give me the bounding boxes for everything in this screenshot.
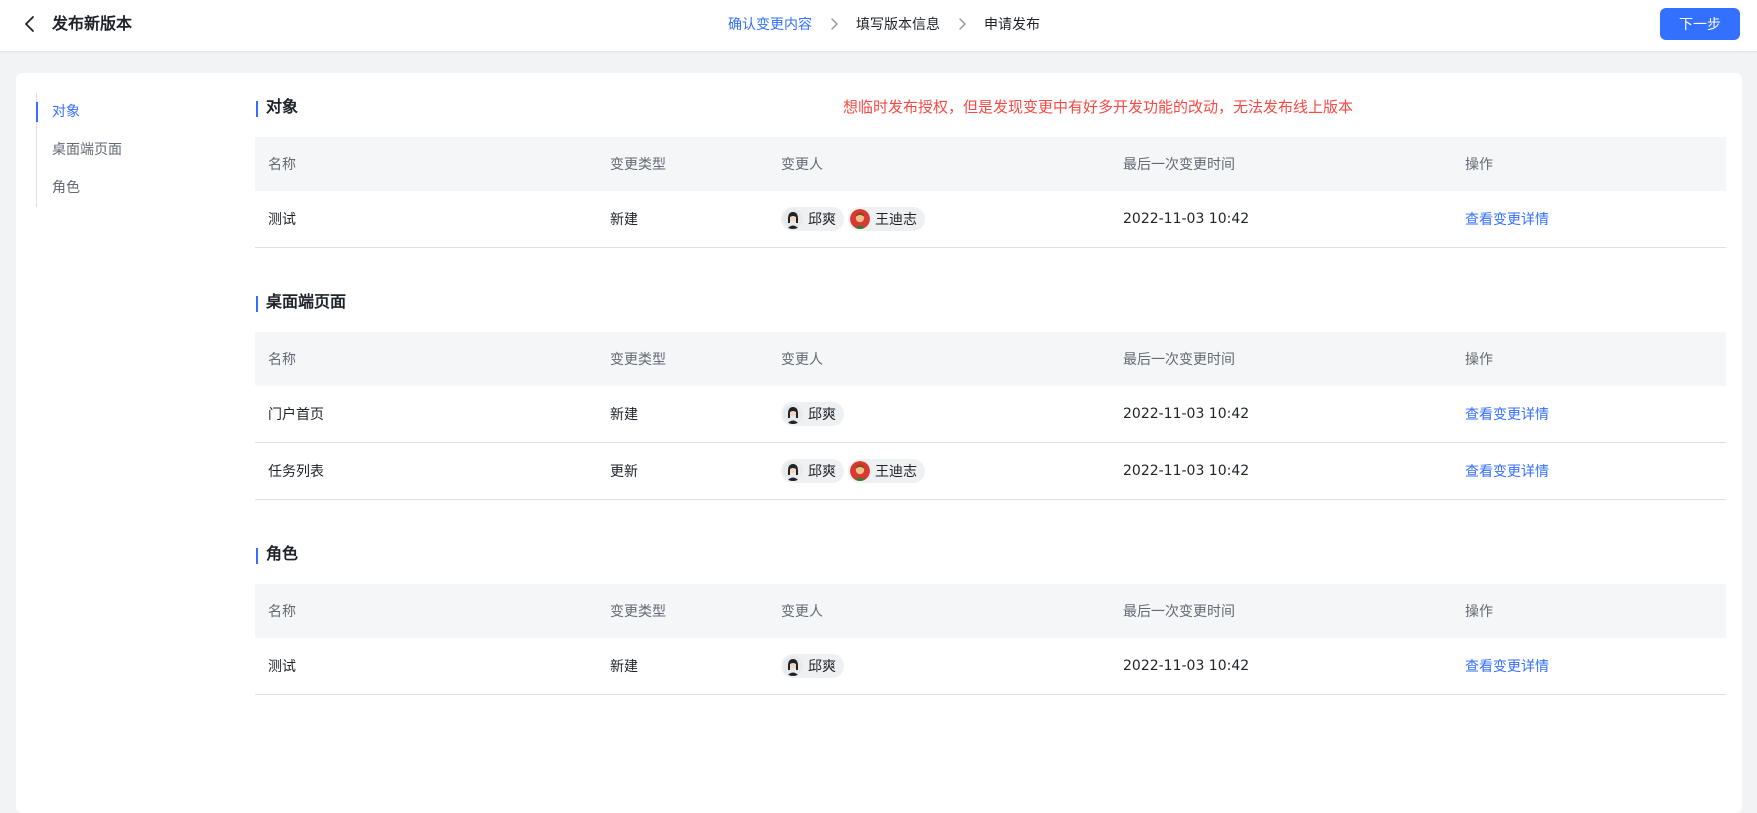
- cell-changers: 邱爽: [768, 654, 1110, 678]
- user-name: 王迪志: [875, 212, 917, 228]
- cell-last-change-time: 2022-11-03 10:42: [1123, 211, 1250, 227]
- table-row: 任务列表 更新 邱爽 王迪志 2022-11-03 10:42 查看变更详情: [255, 443, 1726, 500]
- column-header-last-change-time: 最后一次变更时间: [1123, 352, 1235, 368]
- section-roles: 角色 名称 变更类型 变更人 最后一次变更时间 操作 测试 新建 邱爽 2022…: [255, 542, 1726, 695]
- user-chip[interactable]: 邱爽: [781, 207, 844, 231]
- section-objects: 对象 想临时发布授权，但是发现变更中有好多开发功能的改动，无法发布线上版本 名称…: [255, 95, 1726, 248]
- cell-change-type: 新建: [610, 659, 638, 675]
- cell-change-type: 更新: [610, 464, 638, 480]
- step-apply-release[interactable]: 申请发布: [984, 14, 1040, 34]
- column-header-action: 操作: [1465, 157, 1493, 173]
- avatar: [850, 461, 870, 481]
- column-header-action: 操作: [1465, 352, 1493, 368]
- chevron-right-icon: [831, 18, 838, 30]
- cell-name: 门户首页: [268, 407, 324, 423]
- step-fill-version-info[interactable]: 填写版本信息: [856, 14, 940, 34]
- sidebar-item-objects[interactable]: 对象: [36, 93, 122, 131]
- user-chip[interactable]: 王迪志: [848, 207, 925, 231]
- cell-changers: 邱爽 王迪志: [768, 207, 1110, 231]
- content-card: 对象 桌面端页面 角色 对象 想临时发布授权，但是发现变更中有好多开发功能的改动…: [16, 73, 1742, 813]
- cell-name: 测试: [268, 212, 296, 228]
- user-chip[interactable]: 邱爽: [781, 654, 844, 678]
- avatar: [783, 461, 803, 481]
- avatar: [783, 656, 803, 676]
- user-chip[interactable]: 邱爽: [781, 402, 844, 426]
- change-table: 名称 变更类型 变更人 最后一次变更时间 操作 测试 新建 邱爽 王迪志 202…: [255, 137, 1726, 248]
- table-header-row: 名称 变更类型 变更人 最后一次变更时间 操作: [255, 137, 1726, 191]
- column-header-name: 名称: [268, 352, 296, 368]
- user-chip[interactable]: 王迪志: [848, 459, 925, 483]
- user-name: 邱爽: [808, 407, 836, 423]
- column-header-change-type: 变更类型: [610, 352, 666, 368]
- warning-annotation: 想临时发布授权，但是发现变更中有好多开发功能的改动，无法发布线上版本: [843, 98, 1354, 116]
- table-header-row: 名称 变更类型 变更人 最后一次变更时间 操作: [255, 584, 1726, 638]
- step-breadcrumb: 确认变更内容 填写版本信息 申请发布: [728, 14, 1040, 34]
- section-title: 桌面端页面: [255, 290, 1726, 314]
- column-header-name: 名称: [268, 604, 296, 620]
- user-chip[interactable]: 邱爽: [781, 459, 844, 483]
- table-header-row: 名称 变更类型 变更人 最后一次变更时间 操作: [255, 332, 1726, 386]
- avatar: [783, 404, 803, 424]
- user-name: 邱爽: [808, 659, 836, 675]
- next-step-button[interactable]: 下一步: [1660, 8, 1740, 40]
- column-header-name: 名称: [268, 157, 296, 173]
- user-name: 王迪志: [875, 464, 917, 480]
- view-change-details-link[interactable]: 查看变更详情: [1465, 464, 1549, 480]
- view-change-details-link[interactable]: 查看变更详情: [1465, 407, 1549, 423]
- table-row: 测试 新建 邱爽 2022-11-03 10:42 查看变更详情: [255, 638, 1726, 695]
- sidebar-item-desktop-pages[interactable]: 桌面端页面: [37, 131, 122, 169]
- cell-last-change-time: 2022-11-03 10:42: [1123, 658, 1250, 674]
- section-title: 角色: [255, 542, 1726, 566]
- cell-change-type: 新建: [610, 407, 638, 423]
- cell-changers: 邱爽: [768, 402, 1110, 426]
- top-bar: 发布新版本 确认变更内容 填写版本信息 申请发布 下一步: [0, 0, 1757, 52]
- table-row: 门户首页 新建 邱爽 2022-11-03 10:42 查看变更详情: [255, 386, 1726, 443]
- column-header-change-type: 变更类型: [610, 604, 666, 620]
- cell-changers: 邱爽 王迪志: [768, 459, 1110, 483]
- user-name: 邱爽: [808, 212, 836, 228]
- section-anchor-nav: 对象 桌面端页面 角色: [36, 93, 122, 207]
- table-row: 测试 新建 邱爽 王迪志 2022-11-03 10:42 查看变更详情: [255, 191, 1726, 248]
- avatar: [783, 209, 803, 229]
- user-name: 邱爽: [808, 464, 836, 480]
- chevron-right-icon: [959, 18, 966, 30]
- column-header-changer: 变更人: [781, 604, 823, 620]
- view-change-details-link[interactable]: 查看变更详情: [1465, 212, 1549, 228]
- column-header-change-type: 变更类型: [610, 157, 666, 173]
- page-title: 发布新版本: [52, 14, 133, 33]
- column-header-last-change-time: 最后一次变更时间: [1123, 157, 1235, 173]
- step-confirm-changes[interactable]: 确认变更内容: [728, 14, 812, 34]
- cell-name: 任务列表: [268, 464, 324, 480]
- avatar: [850, 209, 870, 229]
- section-desktop-pages: 桌面端页面 名称 变更类型 变更人 最后一次变更时间 操作 门户首页 新建 邱爽…: [255, 290, 1726, 500]
- sidebar-item-roles[interactable]: 角色: [37, 169, 122, 207]
- column-header-changer: 变更人: [781, 352, 823, 368]
- cell-last-change-time: 2022-11-03 10:42: [1123, 463, 1250, 479]
- column-header-action: 操作: [1465, 604, 1493, 620]
- change-table: 名称 变更类型 变更人 最后一次变更时间 操作 门户首页 新建 邱爽 2022-…: [255, 332, 1726, 500]
- cell-last-change-time: 2022-11-03 10:42: [1123, 406, 1250, 422]
- column-header-changer: 变更人: [781, 157, 823, 173]
- column-header-last-change-time: 最后一次变更时间: [1123, 604, 1235, 620]
- cell-change-type: 新建: [610, 212, 638, 228]
- back-arrow-icon[interactable]: [20, 14, 40, 34]
- cell-name: 测试: [268, 659, 296, 675]
- change-table: 名称 变更类型 变更人 最后一次变更时间 操作 测试 新建 邱爽 2022-11…: [255, 584, 1726, 695]
- view-change-details-link[interactable]: 查看变更详情: [1465, 659, 1549, 675]
